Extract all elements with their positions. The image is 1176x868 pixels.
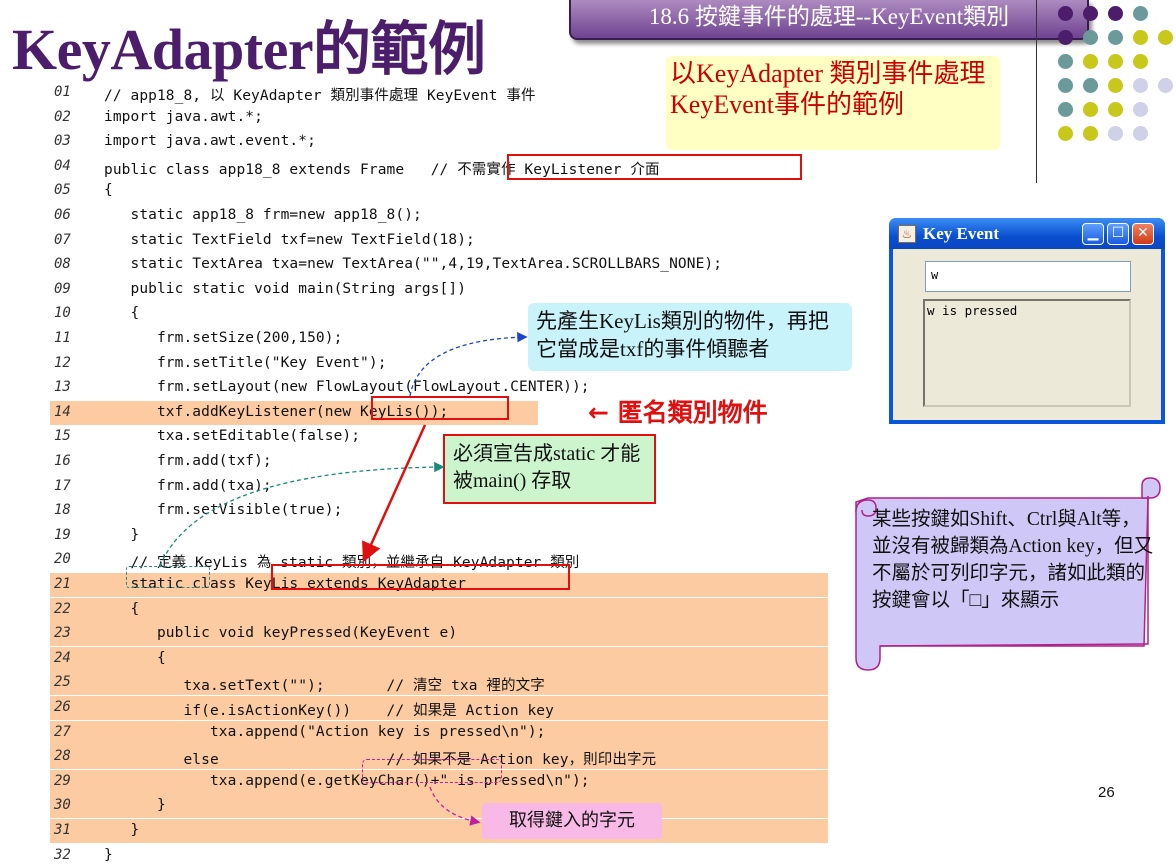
arrow-to-pink	[429, 786, 481, 826]
arrow-to-class	[362, 424, 427, 563]
arrow-to-cyan	[409, 332, 528, 397]
annotation-arrows	[159, 332, 528, 826]
